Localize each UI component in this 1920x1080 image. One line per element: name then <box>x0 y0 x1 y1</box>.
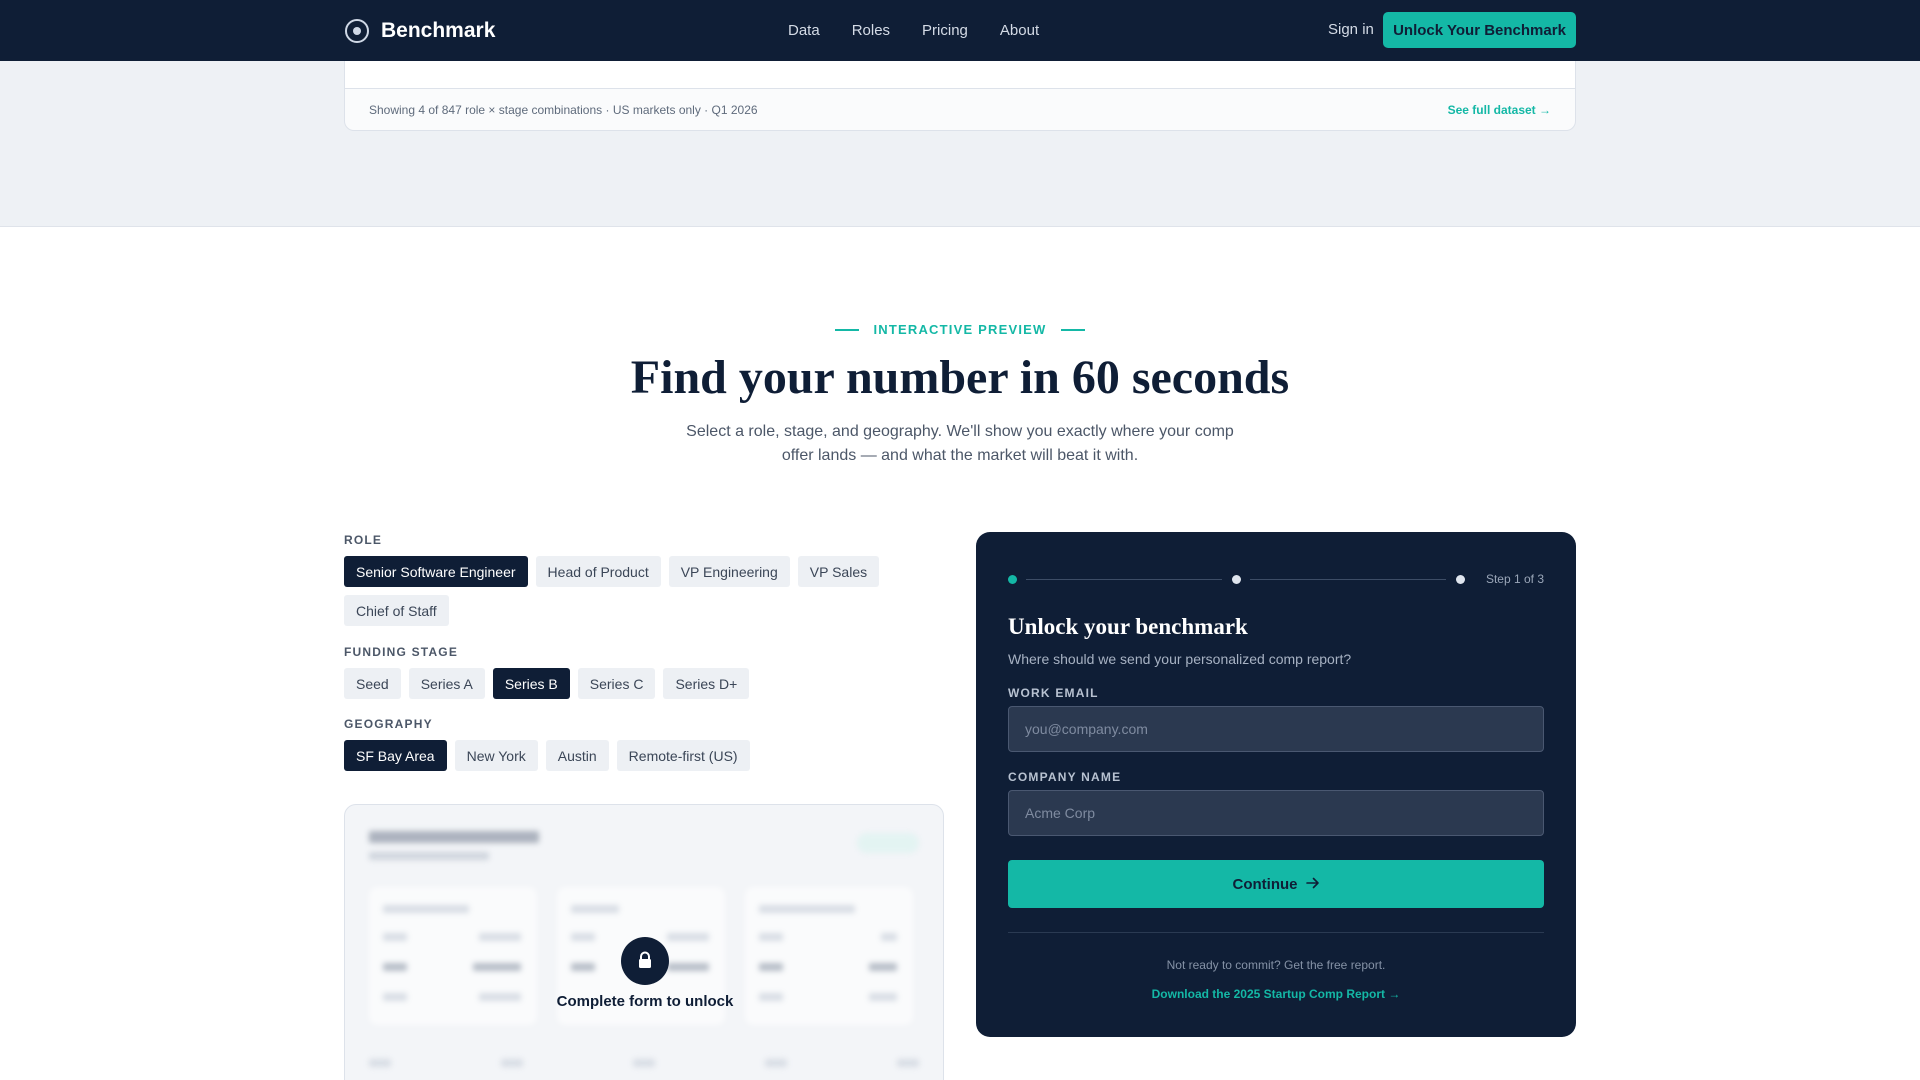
chip-role-vp-engineering[interactable]: VP Engineering <box>668 556 790 587</box>
section-subtitle: Select a role, stage, and geography. We'… <box>686 423 1234 464</box>
free-report-text: Not ready to commit? Get the free report… <box>1166 958 1386 972</box>
brand[interactable]: Benchmark <box>345 0 495 61</box>
section-title: Find your number in 60 seconds <box>630 351 1290 404</box>
unlock-benchmark-button[interactable]: Unlock Your Benchmark <box>1383 12 1576 48</box>
geography-chips: SF Bay Area New York Austin Remote-first… <box>344 740 944 771</box>
company-name-label: COMPANY NAME <box>1008 770 1122 784</box>
dataset-table: Showing 4 of 847 role × stage combinatio… <box>344 61 1576 131</box>
nav-links: Data Roles Pricing About <box>788 0 1039 61</box>
preview-subtitle-placeholder <box>369 852 489 860</box>
continue-label: Continue <box>1232 875 1298 893</box>
chip-stage-series-c[interactable]: Series C <box>577 668 656 699</box>
dataset-summary: Showing 4 of 847 role × stage combinatio… <box>369 102 758 117</box>
stage-label: FUNDING STAGE <box>344 645 459 659</box>
brand-name: Benchmark <box>381 18 496 42</box>
table-footer: Showing 4 of 847 role × stage combinatio… <box>345 89 1575 130</box>
chip-geo-new-york[interactable]: New York <box>454 740 538 771</box>
logo-icon <box>345 18 369 43</box>
eyebrow-line-right <box>1060 328 1085 331</box>
chip-role-vp-sales[interactable]: VP Sales <box>797 556 880 587</box>
work-email-label: WORK EMAIL <box>1008 686 1099 700</box>
chip-stage-series-d-plus[interactable]: Series D+ <box>663 668 750 699</box>
nav-link-roles[interactable]: Roles <box>852 22 890 39</box>
table-body-end <box>345 61 1575 89</box>
geography-label: GEOGRAPHY <box>344 717 433 731</box>
step-track-2 <box>1250 579 1446 580</box>
step-dot-2 <box>1232 575 1241 584</box>
step-label: Step 1 of 3 <box>1485 572 1544 586</box>
preview-axis-placeholder <box>369 1059 919 1067</box>
work-email-field[interactable] <box>1008 706 1544 752</box>
download-report-link[interactable]: Download the 2025 Startup Comp Report → <box>976 987 1576 1001</box>
chip-stage-series-b[interactable]: Series B <box>492 668 570 699</box>
sign-in-link[interactable]: Sign in <box>1328 21 1374 38</box>
step-dot-1 <box>1008 575 1017 584</box>
role-chips: Senior Software Engineer Head of Product… <box>344 556 944 626</box>
preview-badge-placeholder <box>857 833 919 853</box>
chip-stage-series-a[interactable]: Series A <box>408 668 485 699</box>
chip-stage-seed[interactable]: Seed <box>344 668 401 699</box>
form-title: Unlock your benchmark <box>1008 614 1248 639</box>
chip-role-chief-of-staff[interactable]: Chief of Staff <box>344 595 449 626</box>
top-nav: Benchmark Data Roles Pricing About Sign … <box>0 0 1920 61</box>
eyebrow-line-left <box>835 328 860 331</box>
chip-geo-sf-bay-area[interactable]: SF Bay Area <box>344 740 447 771</box>
role-label: ROLE <box>344 533 383 547</box>
form-subtitle: Where should we send your personalized c… <box>1008 651 1352 667</box>
eyebrow-text: INTERACTIVE PREVIEW <box>873 322 1047 337</box>
continue-button[interactable]: Continue <box>1008 860 1544 908</box>
form-divider <box>1008 932 1544 933</box>
unlock-form-card: Step 1 of 3 Unlock your benchmark Where … <box>976 532 1576 1037</box>
step-dot-3 <box>1456 575 1465 584</box>
preview-title-placeholder <box>369 831 539 843</box>
stage-chips: Seed Series A Series B Series C Series D… <box>344 668 944 699</box>
chip-role-head-of-product[interactable]: Head of Product <box>535 556 661 587</box>
chip-role-senior-software-engineer[interactable]: Senior Software Engineer <box>344 556 528 587</box>
arrow-right-icon <box>1305 876 1320 893</box>
step-track-1 <box>1026 579 1222 580</box>
nav-link-pricing[interactable]: Pricing <box>922 22 968 39</box>
nav-link-about[interactable]: About <box>1000 22 1039 39</box>
chip-geo-remote-first[interactable]: Remote-first (US) <box>616 740 750 771</box>
lock-icon <box>621 937 669 985</box>
unlock-instruction: Complete form to unlock <box>556 993 734 1010</box>
see-full-dataset-link[interactable]: See full dataset → <box>1448 103 1551 117</box>
company-name-field[interactable] <box>1008 790 1544 836</box>
chip-geo-austin[interactable]: Austin <box>545 740 609 771</box>
progress-stepper: Step 1 of 3 <box>1008 572 1544 588</box>
nav-link-data[interactable]: Data <box>788 22 820 39</box>
locked-preview: Complete form to unlock <box>344 804 944 1080</box>
section-eyebrow: INTERACTIVE PREVIEW <box>0 322 1920 337</box>
